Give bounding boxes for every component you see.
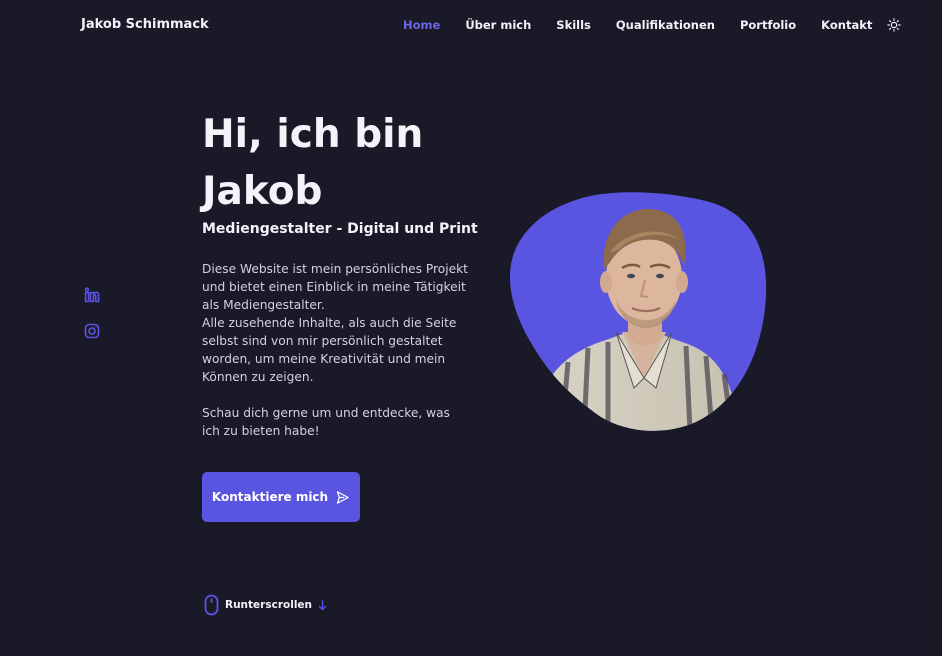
main-nav: Home Über mich Skills Qualifikationen Po… bbox=[403, 18, 902, 32]
hero-subtitle: Mediengestalter - Digital und Print bbox=[202, 221, 478, 237]
nav-about[interactable]: Über mich bbox=[465, 18, 531, 32]
nav-skills[interactable]: Skills bbox=[556, 18, 591, 32]
instagram-icon[interactable] bbox=[84, 323, 100, 339]
sun-icon[interactable] bbox=[887, 18, 902, 32]
brand-logo[interactable]: Jakob Schimmack bbox=[81, 17, 209, 32]
nav-qualifications[interactable]: Qualifikationen bbox=[616, 18, 715, 32]
profile-blob bbox=[510, 192, 767, 431]
site-header: Jakob Schimmack Home Über mich Skills Qu… bbox=[0, 0, 942, 50]
page: Jakob Schimmack Home Über mich Skills Qu… bbox=[0, 0, 942, 656]
scroll-down-label: Runterscrollen bbox=[225, 599, 313, 611]
nav-portfolio[interactable]: Portfolio bbox=[740, 18, 796, 32]
mouse-icon bbox=[204, 594, 219, 616]
hero-title: Hi, ich bin Jakob bbox=[202, 112, 424, 214]
hero-description: Diese Website ist mein persönliches Proj… bbox=[202, 262, 468, 438]
linkedin-icon[interactable] bbox=[84, 287, 100, 303]
arrow-down-icon bbox=[318, 599, 327, 611]
nav-home[interactable]: Home bbox=[403, 18, 440, 32]
social-links bbox=[84, 287, 100, 359]
contact-me-label: Kontaktiere mich bbox=[211, 490, 329, 504]
send-icon bbox=[335, 490, 350, 505]
nav-contact[interactable]: Kontakt bbox=[821, 18, 872, 32]
scroll-down-link[interactable]: Runterscrollen bbox=[204, 594, 327, 616]
contact-me-button[interactable]: Kontaktiere mich bbox=[202, 472, 360, 522]
